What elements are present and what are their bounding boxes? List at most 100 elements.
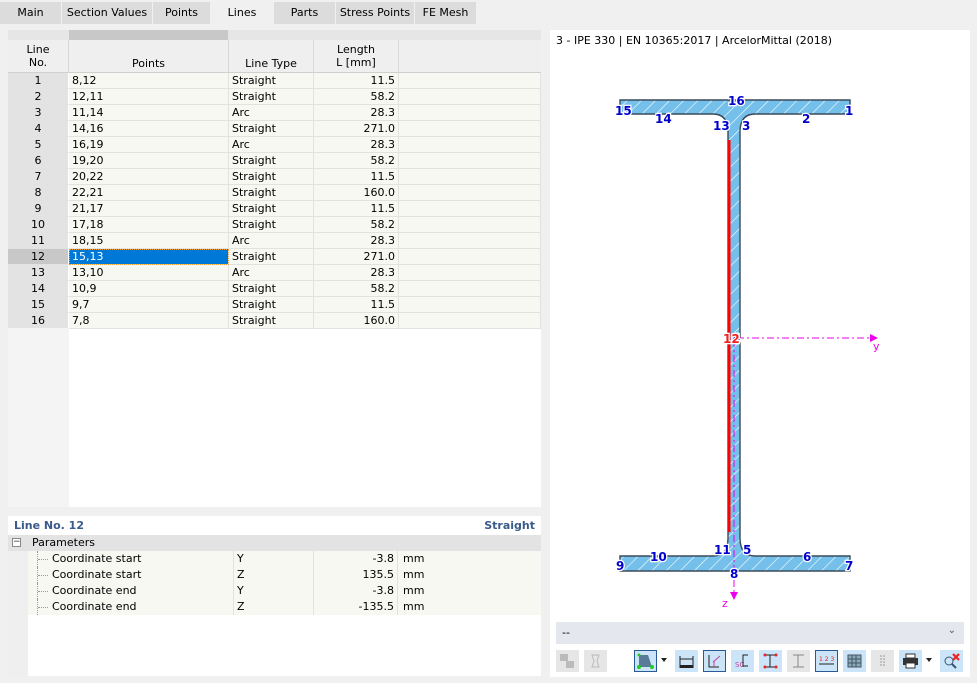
table-row[interactable]: 3 11,14 Arc 28.3 — [8, 105, 541, 121]
numbering-button[interactable]: 1 2 3 — [815, 650, 838, 672]
length-cell[interactable]: 160.0 — [314, 313, 399, 329]
import-export-button[interactable] — [556, 650, 579, 672]
points-cell[interactable]: 8,12 — [69, 73, 229, 89]
length-cell[interactable]: 11.5 — [314, 201, 399, 217]
line-type-cell[interactable]: Straight — [229, 297, 314, 313]
empty-cell[interactable] — [399, 217, 541, 233]
empty-cell[interactable] — [399, 249, 541, 265]
length-cell[interactable]: 28.3 — [314, 265, 399, 281]
line-type-cell[interactable]: Straight — [229, 249, 314, 265]
row-number[interactable]: 16 — [8, 313, 69, 329]
row-number[interactable]: 9 — [8, 201, 69, 217]
table-row[interactable]: 4 14,16 Straight 271.0 — [8, 121, 541, 137]
row-number[interactable]: 7 — [8, 169, 69, 185]
parameter-row[interactable]: Coordinate start Z 135.5 mm — [28, 567, 541, 583]
length-cell[interactable]: 11.5 — [314, 297, 399, 313]
shear-center-button[interactable]: SC — [731, 650, 754, 672]
length-cell[interactable]: 58.2 — [314, 217, 399, 233]
result-combo[interactable]: -- ⌄ — [556, 622, 964, 644]
length-cell[interactable]: 11.5 — [314, 169, 399, 185]
row-number[interactable]: 13 — [8, 265, 69, 281]
line-type-cell[interactable]: Straight — [229, 313, 314, 329]
points-cell[interactable]: 17,18 — [69, 217, 229, 233]
row-number[interactable]: 14 — [8, 281, 69, 297]
empty-cell[interactable] — [399, 89, 541, 105]
shape-dropdown-arrow[interactable] — [661, 658, 667, 662]
line-type-cell[interactable]: Straight — [229, 217, 314, 233]
points-cell[interactable]: 14,16 — [69, 121, 229, 137]
empty-cell[interactable] — [399, 297, 541, 313]
length-cell[interactable]: 28.3 — [314, 105, 399, 121]
row-number[interactable]: 15 — [8, 297, 69, 313]
tab-points[interactable]: Points — [153, 2, 211, 24]
tab-stress-points[interactable]: Stress Points — [336, 2, 415, 24]
empty-cell[interactable] — [399, 201, 541, 217]
points-cell[interactable]: 21,17 — [69, 201, 229, 217]
length-cell[interactable]: 271.0 — [314, 121, 399, 137]
table-row[interactable]: 7 20,22 Straight 11.5 — [8, 169, 541, 185]
line-type-cell[interactable]: Arc — [229, 137, 314, 153]
table-row[interactable]: 13 13,10 Arc 28.3 — [8, 265, 541, 281]
table-row[interactable]: 14 10,9 Straight 58.2 — [8, 281, 541, 297]
parameter-row[interactable]: Coordinate end Z -135.5 mm — [28, 599, 541, 615]
points-cell[interactable]: 9,7 — [69, 297, 229, 313]
reset-view-button[interactable] — [940, 650, 963, 672]
row-number[interactable]: 3 — [8, 105, 69, 121]
print-dropdown-arrow[interactable] — [926, 658, 932, 662]
header-points[interactable]: Points — [69, 40, 229, 73]
collapse-icon[interactable]: − — [12, 538, 21, 547]
points-cell[interactable]: 16,19 — [69, 137, 229, 153]
points-cell[interactable]: 11,14 — [69, 105, 229, 121]
table-row[interactable]: 8 22,21 Straight 160.0 — [8, 185, 541, 201]
empty-cell[interactable] — [399, 105, 541, 121]
line-type-cell[interactable]: Straight — [229, 73, 314, 89]
header-length[interactable]: Length L [mm] — [314, 40, 399, 73]
points-cell[interactable]: 10,9 — [69, 281, 229, 297]
tab-fe-mesh[interactable]: FE Mesh — [415, 2, 477, 24]
length-cell[interactable]: 28.3 — [314, 233, 399, 249]
section-outline-button[interactable] — [787, 650, 810, 672]
table-row[interactable]: 5 16,19 Arc 28.3 — [8, 137, 541, 153]
parameter-row[interactable]: Coordinate start Y -3.8 mm — [28, 551, 541, 567]
axes-button[interactable] — [703, 650, 726, 672]
length-cell[interactable]: 28.3 — [314, 137, 399, 153]
tab-section-values[interactable]: Section Values — [62, 2, 153, 24]
row-number[interactable]: 8 — [8, 185, 69, 201]
empty-cell[interactable] — [399, 121, 541, 137]
table-row[interactable]: 6 19,20 Straight 58.2 — [8, 153, 541, 169]
empty-cell[interactable] — [399, 185, 541, 201]
empty-cell[interactable] — [399, 153, 541, 169]
length-cell[interactable]: 58.2 — [314, 281, 399, 297]
row-number[interactable]: 2 — [8, 89, 69, 105]
table-row[interactable]: 1 8,12 Straight 11.5 — [8, 73, 541, 89]
empty-cell[interactable] — [399, 265, 541, 281]
line-type-cell[interactable]: Straight — [229, 89, 314, 105]
line-type-cell[interactable]: Straight — [229, 281, 314, 297]
points-cell[interactable]: 15,13 — [69, 249, 229, 265]
line-type-cell[interactable]: Arc — [229, 233, 314, 249]
line-type-cell[interactable]: Straight — [229, 201, 314, 217]
line-type-cell[interactable]: Straight — [229, 153, 314, 169]
header-line-no[interactable]: Line No. — [8, 40, 69, 73]
points-cell[interactable]: 20,22 — [69, 169, 229, 185]
line-type-cell[interactable]: Straight — [229, 121, 314, 137]
points-cell[interactable]: 22,21 — [69, 185, 229, 201]
empty-cell[interactable] — [399, 233, 541, 249]
table-row[interactable]: 10 17,18 Straight 58.2 — [8, 217, 541, 233]
empty-cell[interactable] — [399, 281, 541, 297]
points-cell[interactable]: 13,10 — [69, 265, 229, 281]
points-cell[interactable]: 19,20 — [69, 153, 229, 169]
mesh-button[interactable] — [843, 650, 866, 672]
empty-cell[interactable] — [399, 313, 541, 329]
row-number[interactable]: 6 — [8, 153, 69, 169]
line-type-cell[interactable]: Arc — [229, 105, 314, 121]
table-row[interactable]: 12 15,13 Straight 271.0 — [8, 249, 541, 265]
row-number[interactable]: 1 — [8, 73, 69, 89]
line-type-cell[interactable]: Straight — [229, 169, 314, 185]
row-number[interactable]: 4 — [8, 121, 69, 137]
empty-cell[interactable] — [399, 73, 541, 89]
row-number[interactable]: 12 — [8, 249, 69, 265]
parameter-row[interactable]: Coordinate end Y -3.8 mm — [28, 583, 541, 599]
length-cell[interactable]: 11.5 — [314, 73, 399, 89]
length-cell[interactable]: 58.2 — [314, 153, 399, 169]
